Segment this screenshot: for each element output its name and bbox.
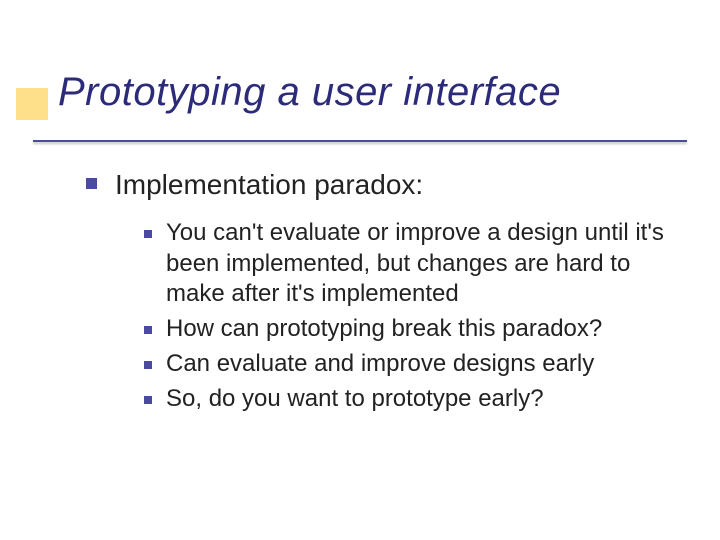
list-item-text: Can evaluate and improve designs early <box>166 349 594 380</box>
title-accent-square <box>16 88 48 120</box>
square-bullet-icon <box>144 326 152 334</box>
sub-list: You can't evaluate or improve a design u… <box>144 218 670 414</box>
list-item-text: So, do you want to prototype early? <box>166 384 544 415</box>
list-item-text: You can't evaluate or improve a design u… <box>166 218 666 310</box>
list-item-text: Implementation paradox: <box>115 167 423 202</box>
slide-title: Prototyping a user interface <box>58 70 670 122</box>
list-item: So, do you want to prototype early? <box>144 384 670 415</box>
list-item-text: How can prototyping break this paradox? <box>166 314 602 345</box>
square-bullet-icon <box>86 178 97 189</box>
slide-content: Implementation paradox: You can't evalua… <box>86 167 670 414</box>
square-bullet-icon <box>144 396 152 404</box>
slide: Prototyping a user interface Implementat… <box>0 0 720 540</box>
list-item: You can't evaluate or improve a design u… <box>144 218 670 310</box>
title-underline <box>33 140 687 142</box>
list-item: How can prototyping break this paradox? <box>144 314 670 345</box>
title-wrap: Prototyping a user interface <box>58 70 670 122</box>
square-bullet-icon <box>144 361 152 369</box>
list-item: Implementation paradox: <box>86 167 670 202</box>
square-bullet-icon <box>144 230 152 238</box>
list-item: Can evaluate and improve designs early <box>144 349 670 380</box>
